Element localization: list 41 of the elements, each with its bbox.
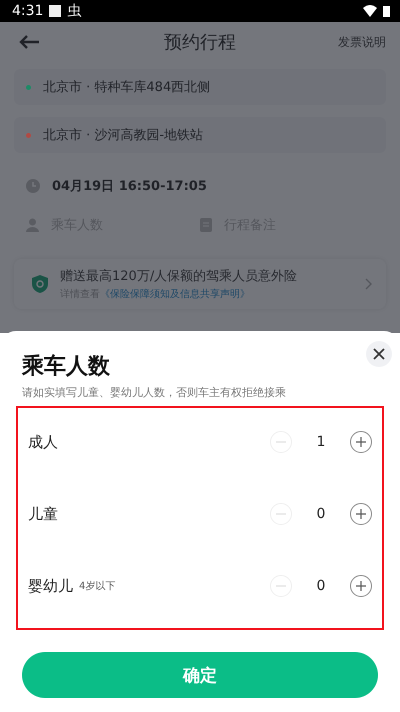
page-title: 预约行程 <box>164 31 236 54</box>
address-card[interactable]: 北京市 · 沙河高教园-地铁站 <box>14 117 386 153</box>
insurance-title: 赠送最高120万/人保额的驾乘人员意外险 <box>60 268 298 285</box>
address-text: 北京市 · 特种车库484西北侧 <box>43 79 210 96</box>
passenger-type: 儿童 <box>28 504 58 524</box>
plus-icon <box>356 509 366 519</box>
passenger-type: 成人 <box>28 432 58 452</box>
chevron-right-icon <box>365 278 372 290</box>
battery-icon <box>383 5 390 17</box>
status-time: 4:31 <box>12 3 44 19</box>
invoice-link[interactable]: 发票说明 <box>338 34 386 50</box>
note-icon <box>200 218 212 232</box>
close-button[interactable] <box>366 341 392 367</box>
plus-button[interactable] <box>350 431 372 453</box>
minus-icon <box>276 441 286 443</box>
count-value: 0 <box>316 578 326 594</box>
passenger-type: 婴幼儿 <box>28 576 73 596</box>
close-icon <box>373 348 385 360</box>
notification-text: 虫 <box>67 2 82 20</box>
plus-button[interactable] <box>350 575 372 597</box>
back-arrow-icon[interactable] <box>18 34 40 50</box>
confirm-button[interactable]: 确定 <box>22 652 378 698</box>
clock-icon <box>26 179 40 193</box>
sheet-subtitle: 请如实填写儿童、婴幼儿人数，否则车主有权拒绝接乘 <box>22 385 287 400</box>
shield-icon <box>32 275 48 293</box>
person-icon <box>26 218 39 232</box>
address-card[interactable]: 北京市 · 特种车库484西北侧 <box>14 69 386 105</box>
address-text: 北京市 · 沙河高教园-地铁站 <box>43 127 204 144</box>
count-value: 0 <box>316 506 326 522</box>
time-text[interactable]: 04月19日 16:50-17:05 <box>52 177 207 195</box>
notification-square-icon <box>49 5 62 17</box>
age-note: 4岁以下 <box>79 580 116 593</box>
wifi-icon <box>363 5 377 17</box>
plus-icon <box>356 581 366 591</box>
minus-icon <box>276 513 286 515</box>
sheet-title: 乘车人数 <box>22 353 111 381</box>
plus-icon <box>356 437 366 447</box>
policy-link[interactable]: 《保险保障须知及信息共享声明》 <box>100 289 250 300</box>
minus-icon <box>276 585 286 587</box>
plus-button[interactable] <box>350 503 372 525</box>
count-value: 1 <box>316 434 326 450</box>
